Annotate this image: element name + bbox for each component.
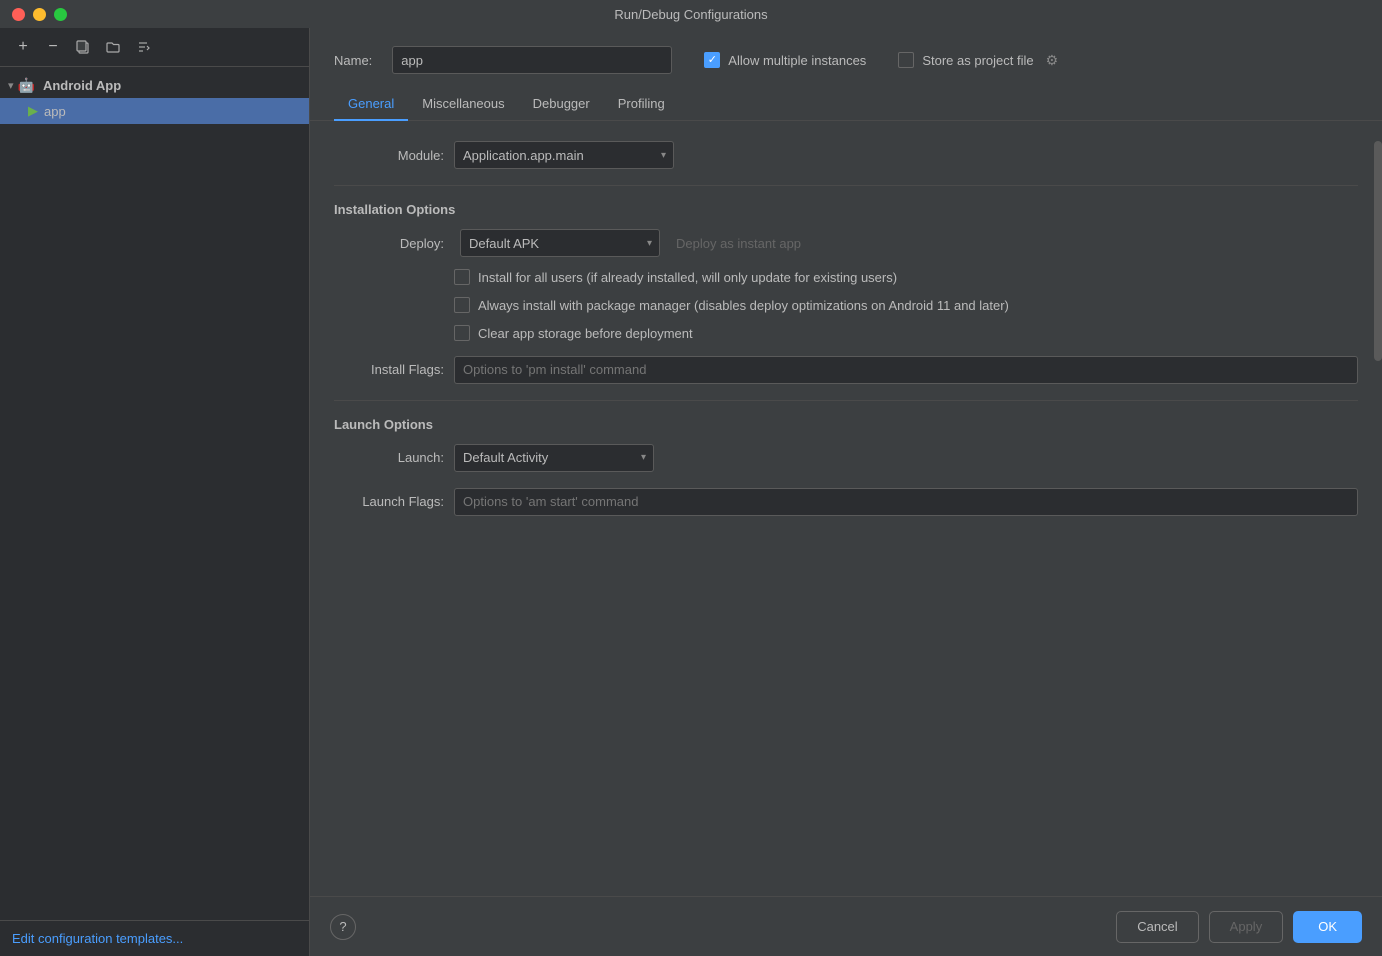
deploy-row: Deploy: Default APK ▾ Deploy as instant …: [334, 229, 1358, 257]
always-install-row: Always install with package manager (dis…: [334, 297, 1358, 315]
app-item-label: app: [44, 104, 66, 119]
tabs-bar: General Miscellaneous Debugger Profiling: [310, 88, 1382, 121]
launch-flags-label: Launch Flags:: [334, 494, 444, 509]
group-label: Android App: [43, 78, 121, 93]
launch-flags-input[interactable]: [454, 488, 1358, 516]
module-select-wrapper: Application.app.main ▾: [454, 141, 674, 169]
module-label: Module:: [334, 148, 444, 163]
allow-multiple-checkbox[interactable]: ✓: [704, 52, 720, 68]
scrollbar-thumb[interactable]: [1374, 141, 1382, 361]
sidebar-footer: Edit configuration templates...: [0, 920, 309, 956]
remove-config-button[interactable]: −: [40, 36, 66, 58]
title-bar: Run/Debug Configurations: [0, 0, 1382, 28]
deploy-instant-label: Deploy as instant app: [676, 236, 801, 251]
ok-button[interactable]: OK: [1293, 911, 1362, 943]
install-flags-input[interactable]: [454, 356, 1358, 384]
edit-templates-link[interactable]: Edit configuration templates...: [12, 931, 183, 946]
android-app-group-header[interactable]: ▾ 🤖 Android App: [0, 73, 309, 98]
install-flags-row: Install Flags:: [334, 356, 1358, 384]
chevron-down-icon: ▾: [8, 79, 14, 92]
clear-storage-checkbox[interactable]: [454, 325, 470, 341]
launch-select[interactable]: Default Activity: [454, 444, 654, 472]
tab-miscellaneous[interactable]: Miscellaneous: [408, 88, 518, 121]
store-project-label: Store as project file: [922, 53, 1033, 68]
install-all-users-checkbox[interactable]: [454, 269, 470, 285]
always-install-checkbox[interactable]: [454, 297, 470, 313]
window-title: Run/Debug Configurations: [614, 7, 767, 22]
sort-icon: [135, 39, 151, 55]
deploy-select-wrapper: Default APK ▾: [460, 229, 660, 257]
app-run-icon: ▶: [28, 103, 38, 119]
install-flags-label: Install Flags:: [334, 362, 444, 377]
cancel-button[interactable]: Cancel: [1116, 911, 1198, 943]
android-icon: 🤖: [18, 77, 35, 94]
sort-config-button[interactable]: [130, 36, 156, 58]
deploy-label: Deploy:: [334, 236, 444, 251]
tab-debugger[interactable]: Debugger: [519, 88, 604, 121]
launch-row: Launch: Default Activity ▾: [334, 444, 1358, 472]
copy-config-button[interactable]: [70, 36, 96, 58]
gear-icon[interactable]: ⚙: [1046, 52, 1059, 69]
name-label: Name:: [334, 53, 372, 68]
allow-multiple-label: Allow multiple instances: [728, 53, 866, 68]
content-area: Name: ✓ Allow multiple instances Store a…: [310, 28, 1382, 956]
sidebar-toolbar: + −: [0, 28, 309, 67]
launch-select-wrapper: Default Activity ▾: [454, 444, 654, 472]
divider-1: [334, 185, 1358, 186]
close-button[interactable]: [12, 8, 25, 21]
divider-2: [334, 400, 1358, 401]
traffic-lights: [12, 8, 67, 21]
store-project-group: Store as project file ⚙: [898, 52, 1058, 69]
launch-options-title: Launch Options: [334, 417, 1358, 432]
content-header: Name: ✓ Allow multiple instances Store a…: [310, 28, 1382, 88]
module-select[interactable]: Application.app.main: [454, 141, 674, 169]
apply-button[interactable]: Apply: [1209, 911, 1284, 943]
launch-flags-row: Launch Flags:: [334, 488, 1358, 516]
clear-storage-row: Clear app storage before deployment: [334, 325, 1358, 343]
name-input[interactable]: [392, 46, 672, 74]
maximize-button[interactable]: [54, 8, 67, 21]
bottom-buttons: Cancel Apply OK: [1116, 911, 1362, 943]
main-container: + −: [0, 28, 1382, 956]
module-row: Module: Application.app.main ▾: [334, 141, 1358, 169]
sidebar-item-app[interactable]: ▶ app: [0, 98, 309, 124]
store-project-checkbox[interactable]: [898, 52, 914, 68]
scrollbar-track: [1374, 121, 1382, 896]
form-content: Module: Application.app.main ▾ Installat…: [310, 121, 1382, 896]
install-all-users-row: Install for all users (if already instal…: [334, 269, 1358, 287]
tab-profiling[interactable]: Profiling: [604, 88, 679, 121]
help-button[interactable]: ?: [330, 914, 356, 940]
sidebar: + −: [0, 28, 310, 956]
launch-label: Launch:: [334, 450, 444, 465]
installation-options-title: Installation Options: [334, 202, 1358, 217]
android-app-group: ▾ 🤖 Android App ▶ app: [0, 71, 309, 126]
install-all-users-label: Install for all users (if already instal…: [478, 269, 897, 287]
allow-multiple-group: ✓ Allow multiple instances: [704, 52, 866, 68]
always-install-label: Always install with package manager (dis…: [478, 297, 1009, 315]
clear-storage-label: Clear app storage before deployment: [478, 325, 693, 343]
folder-config-button[interactable]: [100, 36, 126, 58]
bottom-bar: ? Cancel Apply OK: [310, 896, 1382, 956]
tab-general[interactable]: General: [334, 88, 408, 121]
sidebar-content: ▾ 🤖 Android App ▶ app: [0, 67, 309, 920]
add-config-button[interactable]: +: [10, 36, 36, 58]
folder-icon: [105, 39, 121, 55]
copy-icon: [75, 39, 91, 55]
deploy-select[interactable]: Default APK: [460, 229, 660, 257]
minimize-button[interactable]: [33, 8, 46, 21]
